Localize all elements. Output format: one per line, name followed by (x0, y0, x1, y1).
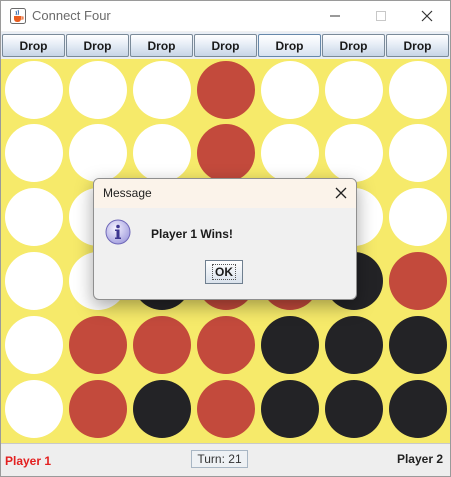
board-cell-r1-c1-empty (5, 61, 63, 119)
drop-button-col-4[interactable]: Drop (194, 34, 257, 57)
status-bar: Player 1 Turn: 21 Player 2 (1, 443, 450, 476)
drop-button-row: Drop Drop Drop Drop Drop Drop Drop (1, 32, 450, 59)
board-cell-r5-c7-black (389, 316, 447, 374)
board-cell-r2-c3-empty (133, 124, 191, 182)
minimize-button[interactable] (312, 1, 358, 31)
board-cell-r5-c6-black (325, 316, 383, 374)
maximize-button[interactable] (358, 1, 404, 31)
board-cell-r2-c4-red (197, 124, 255, 182)
board-cell-r4-c1-empty (5, 252, 63, 310)
drop-button-col-2[interactable]: Drop (66, 34, 129, 57)
board-cell-r1-c7-empty (389, 61, 447, 119)
board-cell-r6-c1-empty (5, 380, 63, 438)
board-cell-r6-c6-black (325, 380, 383, 438)
board-cell-r6-c7-black (389, 380, 447, 438)
minimize-icon (330, 15, 340, 17)
message-dialog: Message Player 1 Wins! OK (93, 178, 357, 300)
board-cell-r6-c5-black (261, 380, 319, 438)
close-button[interactable] (404, 1, 450, 31)
board-cell-r6-c2-red (69, 380, 127, 438)
board-cell-r1-c6-empty (325, 61, 383, 119)
board-cell-r3-c7-empty (389, 188, 447, 246)
player1-label: Player 1 (5, 454, 52, 468)
maximize-icon (376, 11, 386, 21)
dialog-title-bar: Message (94, 179, 356, 208)
drop-button-col-5[interactable]: Drop (258, 34, 321, 57)
ok-button[interactable]: OK (205, 260, 243, 284)
board-cell-r2-c2-empty (69, 124, 127, 182)
board-cell-r5-c1-empty (5, 316, 63, 374)
board-cell-r5-c3-red (133, 316, 191, 374)
board-cell-r5-c5-black (261, 316, 319, 374)
dialog-title: Message (103, 186, 152, 200)
board-cell-r1-c3-empty (133, 61, 191, 119)
java-cup-icon (10, 8, 26, 24)
drop-button-col-7[interactable]: Drop (386, 34, 449, 57)
dialog-message: Player 1 Wins! (151, 227, 233, 241)
drop-button-col-6[interactable]: Drop (322, 34, 385, 57)
dialog-close-button[interactable] (326, 179, 356, 208)
turn-counter: Turn: 21 (191, 450, 248, 468)
board-cell-r6-c4-red (197, 380, 255, 438)
drop-button-col-1[interactable]: Drop (2, 34, 65, 57)
window-title: Connect Four (32, 8, 111, 23)
board-cell-r2-c7-empty (389, 124, 447, 182)
drop-button-col-3[interactable]: Drop (130, 34, 193, 57)
board-cell-r5-c4-red (197, 316, 255, 374)
board-cell-r1-c2-empty (69, 61, 127, 119)
board-cell-r4-c7-red (389, 252, 447, 310)
ok-button-label: OK (212, 264, 236, 280)
board-cell-r6-c3-black (133, 380, 191, 438)
board-cell-r5-c2-red (69, 316, 127, 374)
close-icon (421, 10, 433, 22)
board-cell-r3-c1-empty (5, 188, 63, 246)
board-cell-r1-c4-red (197, 61, 255, 119)
player2-label: Player 2 (396, 452, 443, 466)
close-icon (335, 187, 347, 199)
board-cell-r1-c5-empty (261, 61, 319, 119)
board-cell-r2-c1-empty (5, 124, 63, 182)
info-icon (105, 219, 131, 245)
board-cell-r2-c6-empty (325, 124, 383, 182)
title-bar: Connect Four (1, 1, 450, 31)
board-cell-r2-c5-empty (261, 124, 319, 182)
